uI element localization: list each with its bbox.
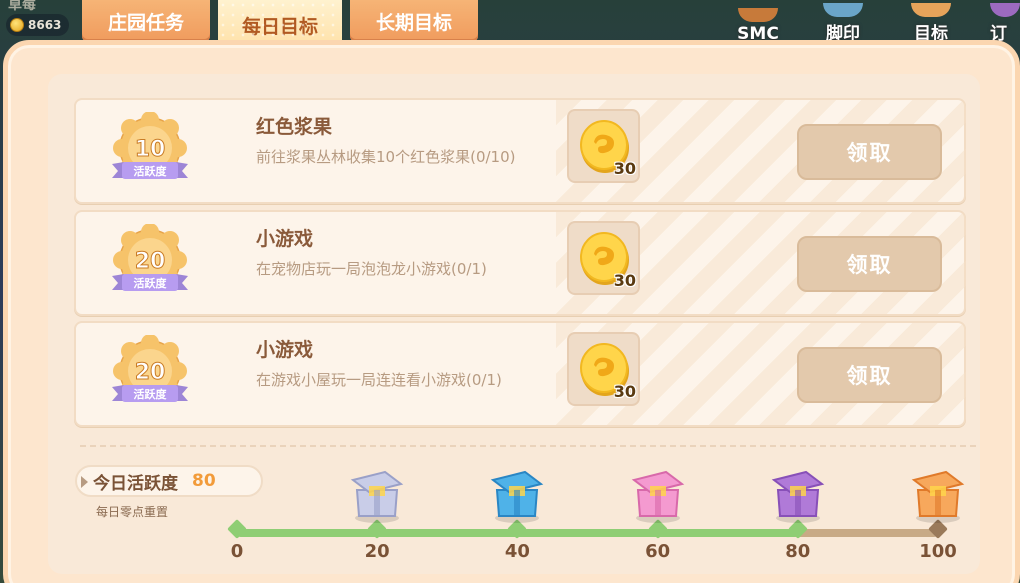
- target-button[interactable]: 目标: [903, 0, 959, 44]
- activity-badge-icon: 20 活跃度: [112, 224, 188, 291]
- coin-counter: 8663: [6, 14, 70, 36]
- activity-points: 20: [135, 360, 166, 385]
- tab-manor-tasks[interactable]: 庄园任务: [82, 0, 210, 42]
- reward-count: 30: [613, 382, 636, 401]
- milestone-label: 100: [919, 541, 957, 562]
- reward-count: 30: [613, 159, 636, 178]
- coin-amount: 8663: [28, 18, 62, 32]
- claim-button-label: 领取: [846, 364, 893, 388]
- game-screen: 草莓 8663 庄园任务 每日目标 长期目标 SMC 脚印 目标 订 10 活跃…: [0, 0, 1020, 583]
- task-card: 10 活跃度 红色浆果 前往浆果丛林收集10个红色浆果(0/10) 30 领取: [74, 98, 966, 204]
- smc-icon: [738, 8, 778, 22]
- divider: [80, 445, 976, 447]
- coin-icon: [10, 18, 24, 32]
- claim-button[interactable]: 领取: [797, 236, 942, 292]
- claim-button[interactable]: 领取: [797, 124, 942, 180]
- footprint-icon: [823, 3, 863, 17]
- tab-long-term-goals[interactable]: 长期目标: [350, 0, 478, 42]
- milestone-label: 40: [504, 541, 530, 562]
- claim-button[interactable]: 领取: [797, 347, 942, 403]
- activity-badge-icon: 20 活跃度: [112, 335, 188, 402]
- milestone-label: 20: [364, 541, 390, 562]
- smc-button[interactable]: SMC: [730, 0, 786, 44]
- task-description: 在游戏小屋玩一局连连看小游戏(0/1): [256, 371, 502, 389]
- reset-note: 每日零点重置: [96, 505, 169, 519]
- badge-label: 活跃度: [134, 164, 168, 178]
- pink-chest-icon[interactable]: [626, 466, 690, 524]
- activity-value: 80: [192, 471, 216, 491]
- tab-label: 长期目标: [375, 11, 452, 34]
- task-card: 20 活跃度 小游戏 在宠物店玩一局泡泡龙小游戏(0/1) 30 领取: [74, 210, 966, 316]
- player-name: 草莓: [8, 0, 36, 13]
- reward-slot: 30: [567, 221, 640, 295]
- activity-badge-icon: 10 活跃度: [112, 112, 188, 179]
- activity-label: 今日活跃度: [93, 473, 178, 494]
- task-title: 小游戏: [256, 339, 314, 361]
- task-card: 20 活跃度 小游戏 在游戏小屋玩一局连连看小游戏(0/1) 30 领取: [74, 321, 966, 427]
- task-title: 红色浆果: [256, 116, 333, 138]
- tab-label: 每日目标: [241, 15, 318, 38]
- milestone-label: 80: [785, 541, 811, 562]
- claim-button-label: 领取: [846, 141, 893, 165]
- reward-count: 30: [613, 271, 636, 290]
- task-description: 在宠物店玩一局泡泡龙小游戏(0/1): [256, 260, 487, 278]
- claim-button-label: 领取: [846, 253, 893, 277]
- reward-slot: 30: [567, 332, 640, 406]
- badge-label: 活跃度: [134, 387, 168, 401]
- task-title: 小游戏: [256, 228, 314, 250]
- today-activity-box[interactable]: 今日活跃度 80: [75, 465, 263, 497]
- order-button[interactable]: 订: [990, 0, 1020, 44]
- activity-points: 10: [135, 137, 166, 162]
- activity-points: 20: [135, 249, 166, 274]
- reward-slot: 30: [567, 109, 640, 183]
- task-description: 前往浆果丛林收集10个红色浆果(0/10): [256, 148, 516, 166]
- gray-chest-icon[interactable]: [345, 466, 409, 524]
- badge-label: 活跃度: [134, 276, 168, 290]
- milestone-label: 0: [230, 541, 244, 562]
- gold-gift-box-icon[interactable]: [906, 466, 970, 524]
- blue-chest-icon[interactable]: [485, 466, 549, 524]
- purple-chest-icon[interactable]: [766, 466, 830, 524]
- order-icon: [990, 3, 1020, 17]
- target-icon: [911, 3, 951, 17]
- milestone-label: 60: [645, 541, 671, 562]
- expand-arrow-icon: [81, 476, 88, 488]
- activity-progress-track: [237, 529, 938, 537]
- footprint-button[interactable]: 脚印: [815, 0, 871, 44]
- tab-label: 庄园任务: [107, 11, 184, 34]
